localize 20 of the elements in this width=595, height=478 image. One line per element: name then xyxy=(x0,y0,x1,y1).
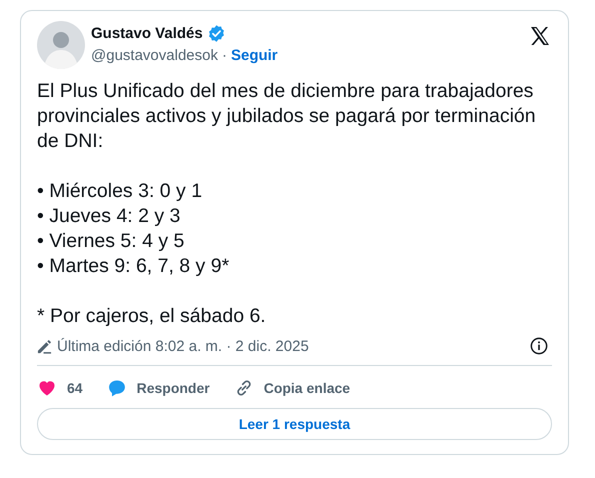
author-name[interactable]: Gustavo Valdés xyxy=(91,25,203,42)
list-item: • Miércoles 3: 0 y 1 xyxy=(37,179,204,204)
action-label[interactable]: 64 xyxy=(67,380,83,396)
info-icon[interactable] xyxy=(530,337,548,355)
footnote-text: * Por cajeros, el sábado 6. xyxy=(37,304,267,329)
speech-bubble-icon[interactable] xyxy=(106,378,127,398)
author-handle[interactable]: @gustavovaldesok xyxy=(91,47,218,64)
action-label[interactable]: Copia enlace xyxy=(264,380,350,396)
read-replies-button[interactable]: Leer 1 respuesta xyxy=(37,408,552,440)
list-item: • Jueves 4: 2 y 3 xyxy=(37,204,182,229)
avatar[interactable] xyxy=(37,21,85,69)
list-item: • Martes 9: 6, 7, 8 y 9* xyxy=(37,254,230,279)
pencil-icon xyxy=(37,338,52,354)
follow-link[interactable]: Seguir xyxy=(230,47,278,64)
post-text: El Plus Unificado del mes de diciembre para trabajadores provinciales activos y jubilados se pagará por terminación de DNI: xyxy=(37,79,537,154)
list-item: • Viernes 5: 4 y 5 xyxy=(37,229,186,254)
separator-dot: · xyxy=(222,47,227,64)
edit-timestamp[interactable]: Última edición 8:02 a. m. · 2 dic. 2025 xyxy=(57,338,530,354)
action-label[interactable]: Responder xyxy=(136,380,210,396)
x-logo-icon[interactable] xyxy=(528,24,552,48)
